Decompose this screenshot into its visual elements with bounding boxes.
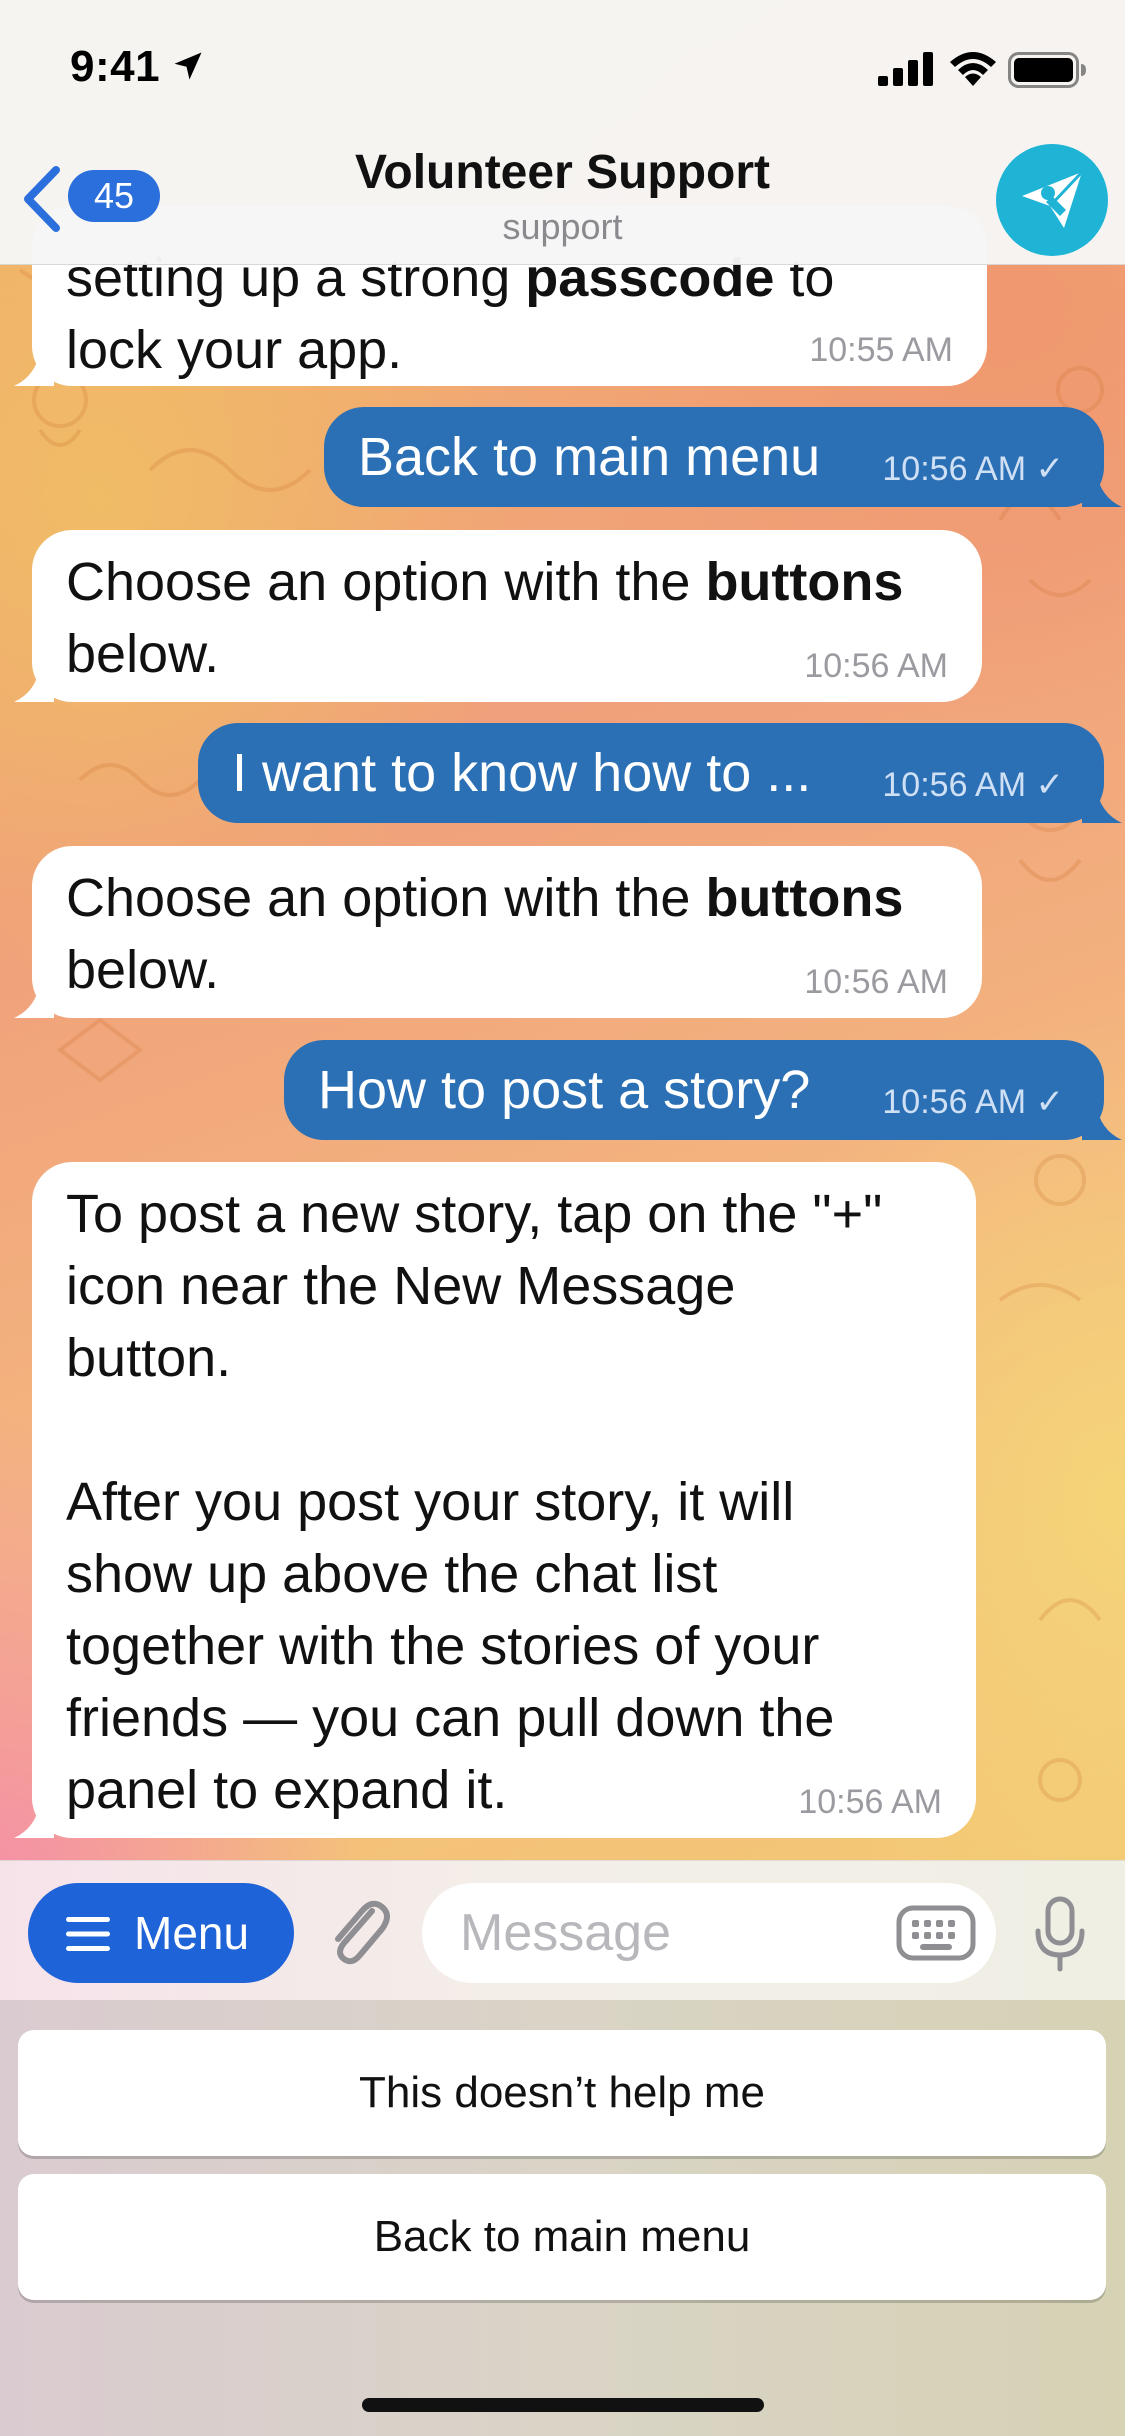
- bubble-tail-icon: [14, 350, 54, 386]
- reply-keyboard: This doesn’t help me Back to main menu: [0, 2000, 1125, 2436]
- message-time: 10:56 AM ✓: [882, 450, 1065, 488]
- message-time: 10:56 AM ✓: [882, 1083, 1065, 1121]
- bubble-tail-icon: [14, 666, 54, 702]
- message-text: Choose an option with the buttons below.: [66, 868, 904, 1000]
- menu-label: Menu: [134, 1907, 250, 1959]
- bubble-tail-icon: [14, 982, 54, 1018]
- read-check-icon: ✓: [1035, 1083, 1065, 1121]
- message-outgoing: How to post a story? 10:56 AM ✓: [284, 1040, 1122, 1140]
- keyboard-button-doesnt-help[interactable]: This doesn’t help me: [18, 2030, 1106, 2156]
- cellular-signal-icon: [878, 52, 933, 86]
- message-text: Choose an option with the buttons below.: [66, 552, 904, 684]
- message-time: 10:56 AM: [804, 647, 948, 685]
- message-list[interactable]: setting up a strong passcode to lock you…: [0, 0, 1125, 1860]
- message-time: 10:56 AM: [804, 963, 948, 1001]
- battery-icon: [1008, 52, 1086, 88]
- bot-menu-button[interactable]: Menu: [28, 1883, 294, 1983]
- message-outgoing: Back to main menu 10:56 AM ✓: [324, 407, 1122, 507]
- message-text: Back to main menu: [358, 427, 821, 487]
- navigation-header: 9:41 45 Volunteer Support support: [0, 0, 1125, 265]
- chat-title[interactable]: Volunteer Support: [0, 145, 1125, 200]
- status-time: 9:41: [70, 42, 161, 91]
- keyboard-toggle-icon[interactable]: [896, 1905, 976, 1961]
- read-check-icon: ✓: [1035, 766, 1065, 804]
- keyboard-button-back-to-main-menu[interactable]: Back to main menu: [18, 2174, 1106, 2300]
- message-text: setting up a strong passcode to lock you…: [66, 248, 835, 380]
- message-incoming: Choose an option with the buttons below.…: [14, 846, 982, 1018]
- bubble-tail-icon: [1082, 787, 1122, 823]
- message-text: To post a new story, tap on the "+" icon…: [66, 1184, 883, 1820]
- hamburger-menu-icon: [66, 1917, 110, 1951]
- message-time: 10:56 AM: [798, 1783, 942, 1821]
- wifi-icon: [950, 52, 996, 86]
- message-text: I want to know how to ...: [232, 743, 812, 803]
- bubble-tail-icon: [14, 1802, 54, 1838]
- bubble-tail-icon: [1082, 471, 1122, 507]
- message-text: How to post a story?: [318, 1060, 811, 1120]
- read-check-icon: ✓: [1035, 450, 1065, 488]
- chat-subtitle: support: [502, 206, 623, 247]
- composer-bar: Menu: [0, 1860, 1125, 2001]
- home-indicator[interactable]: [362, 2398, 764, 2412]
- microphone-icon[interactable]: [1030, 1895, 1090, 1975]
- message-time: 10:56 AM ✓: [882, 766, 1065, 804]
- location-arrow-icon: [174, 52, 202, 80]
- message-time: 10:55 AM: [809, 331, 953, 369]
- message-incoming: Choose an option with the buttons below.…: [14, 530, 982, 702]
- paper-plane-tools-icon: [1022, 170, 1084, 228]
- avatar[interactable]: [996, 144, 1108, 256]
- message-incoming: To post a new story, tap on the "+" icon…: [14, 1162, 976, 1838]
- bubble-tail-icon: [1082, 1104, 1122, 1140]
- paperclip-icon[interactable]: [320, 1891, 392, 1971]
- message-outgoing: I want to know how to ... 10:56 AM ✓: [198, 723, 1122, 823]
